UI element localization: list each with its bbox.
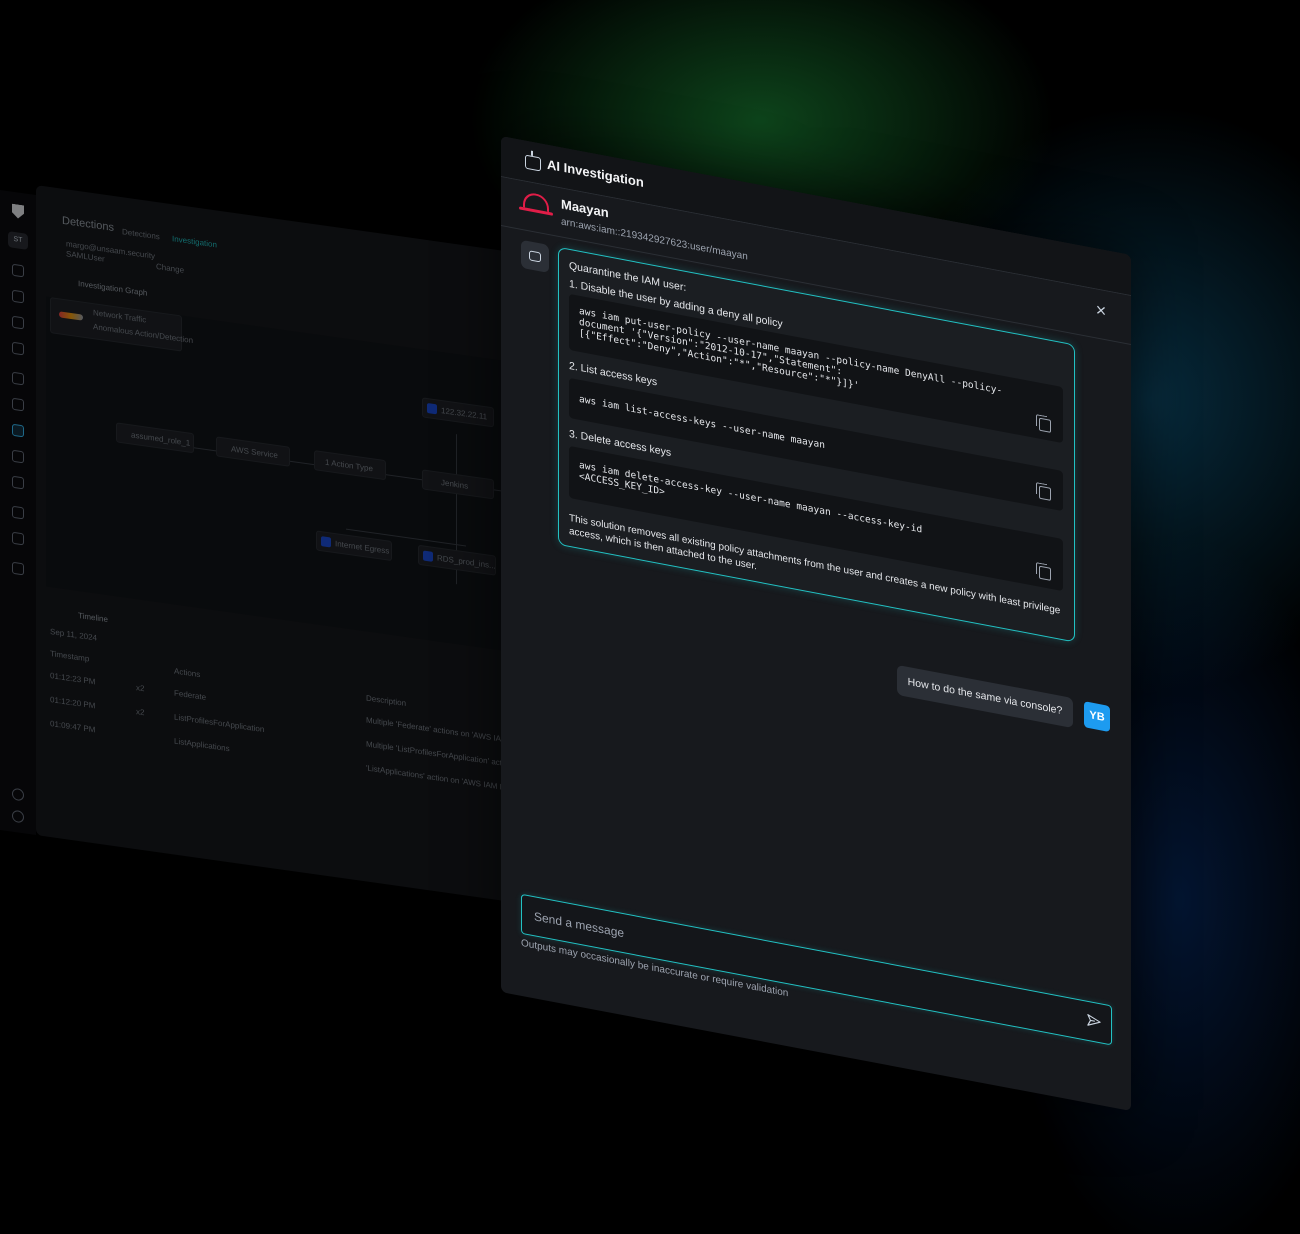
graph-node-label: 122.32.22.11 xyxy=(441,405,488,422)
sidebar: ST xyxy=(0,190,36,836)
check-shield-icon[interactable] xyxy=(12,475,24,490)
aws-icon xyxy=(523,191,549,213)
graph-node-internet-egress[interactable]: Internet Egress xyxy=(316,530,392,562)
graph-title: Investigation Graph xyxy=(78,278,148,298)
workspace-badge[interactable]: ST xyxy=(8,231,28,250)
tools-icon[interactable] xyxy=(12,371,24,386)
dashboard-icon[interactable] xyxy=(12,263,24,278)
ai-panel-title: AI Investigation xyxy=(547,156,644,190)
row-time: 01:09:47 PM xyxy=(50,719,96,735)
timeline-title: Timeline xyxy=(78,610,108,625)
row-count: x2 xyxy=(136,683,145,694)
row-action: ListProfilesForApplication xyxy=(174,712,265,735)
gear-icon[interactable] xyxy=(12,561,24,576)
graph-node-label: assumed_role_1 xyxy=(131,430,191,448)
user-message: How to do the same via console? xyxy=(897,664,1073,729)
row-time: 01:12:23 PM xyxy=(50,671,96,687)
graph-node-label: AWS Service xyxy=(231,444,278,461)
graph-node-rds[interactable]: RDS_prod_ins... xyxy=(418,544,496,576)
row-time: 01:12:20 PM xyxy=(50,695,96,711)
copy-icon[interactable] xyxy=(1039,565,1051,581)
graph-node-label: Jenkins xyxy=(441,477,469,491)
billing-icon[interactable] xyxy=(12,531,24,546)
graph-node-label: 1 Action Type xyxy=(325,457,373,474)
col-actions: Actions xyxy=(174,666,201,680)
row-description: Multiple 'ListProfilesForApplication' ac… xyxy=(366,739,509,769)
legend-anomalous-action: Anomalous Action/Detection xyxy=(93,322,194,346)
row-action: ListApplications xyxy=(174,736,230,754)
egress-node-icon xyxy=(321,536,331,548)
avatar: YB xyxy=(1084,701,1110,733)
row-description: Multiple 'Federate' actions on 'AWS IAM … xyxy=(366,715,513,745)
copy-icon[interactable] xyxy=(1039,485,1051,501)
breadcrumb-investigation[interactable]: Investigation xyxy=(172,234,217,249)
table-row[interactable]: 01:12:20 PM x2 ListProfilesForApplicatio… xyxy=(36,185,508,768)
robot-icon xyxy=(525,154,541,172)
row-count: x2 xyxy=(136,707,145,718)
stage: ST Detections Detections Investigation m… xyxy=(0,0,1300,1234)
graph-node-action-type[interactable]: 1 Action Type xyxy=(314,450,386,481)
rds-node-icon xyxy=(423,550,433,562)
close-icon[interactable]: × xyxy=(1093,299,1109,321)
col-description: Description xyxy=(366,693,407,709)
ai-investigation-panel: AI Investigation Maayan arn:aws:iam::219… xyxy=(501,136,1131,1112)
legend-network-traffic: Network Traffic xyxy=(93,308,147,325)
help-icon[interactable] xyxy=(12,787,24,802)
graph-node-aws-service[interactable]: AWS Service xyxy=(216,436,290,467)
graph-node-role[interactable]: assumed_role_1 xyxy=(116,422,194,454)
activity-icon[interactable] xyxy=(12,341,24,356)
robot-icon xyxy=(529,250,541,263)
message-input-container xyxy=(521,893,1112,1046)
ip-node-icon xyxy=(427,403,437,415)
camera-icon[interactable] xyxy=(12,315,24,330)
change-link[interactable]: Change xyxy=(156,262,184,275)
shield-logo-icon[interactable] xyxy=(12,204,24,220)
copy-icon[interactable] xyxy=(1039,417,1051,433)
integrations-icon[interactable] xyxy=(12,505,24,520)
user-settings-icon[interactable] xyxy=(12,809,24,824)
investigation-graph: Network Traffic Anomalous Action/Detecti… xyxy=(46,296,516,651)
map-icon[interactable] xyxy=(12,289,24,304)
row-action: Federate xyxy=(174,688,207,702)
graph-node-label: RDS_prod_ins... xyxy=(437,553,496,571)
detections-icon[interactable] xyxy=(12,423,24,438)
page-title: Detections xyxy=(62,214,114,235)
col-timestamp: Timestamp xyxy=(50,649,90,664)
settings-gear-icon[interactable] xyxy=(12,397,24,412)
bot-avatar xyxy=(521,239,549,274)
table-row[interactable]: 01:12:23 PM x2 Federate Multiple 'Federa… xyxy=(36,185,512,745)
breadcrumb-detections[interactable]: Detections xyxy=(122,227,160,241)
row-description: 'ListApplications' action on 'AWS IAM Id… xyxy=(366,763,511,793)
detections-view: Detections Detections Investigation marg… xyxy=(36,185,516,901)
legend-dots xyxy=(59,311,83,321)
send-icon[interactable] xyxy=(1087,1013,1101,1030)
graph-legend: Network Traffic Anomalous Action/Detecti… xyxy=(50,297,193,352)
background-app: ST Detections Detections Investigation m… xyxy=(0,180,516,951)
graph-node-label: Internet Egress xyxy=(335,539,390,556)
graph-node-jenkins[interactable]: Jenkins xyxy=(422,469,494,500)
graph-node-ip[interactable]: 122.32.22.11 xyxy=(422,397,494,428)
lock-icon[interactable] xyxy=(12,449,24,464)
timeline-date: Sep 11, 2024 xyxy=(50,627,98,643)
table-row[interactable]: 01:09:47 PM ListApplications 'ListApplic… xyxy=(36,185,511,793)
